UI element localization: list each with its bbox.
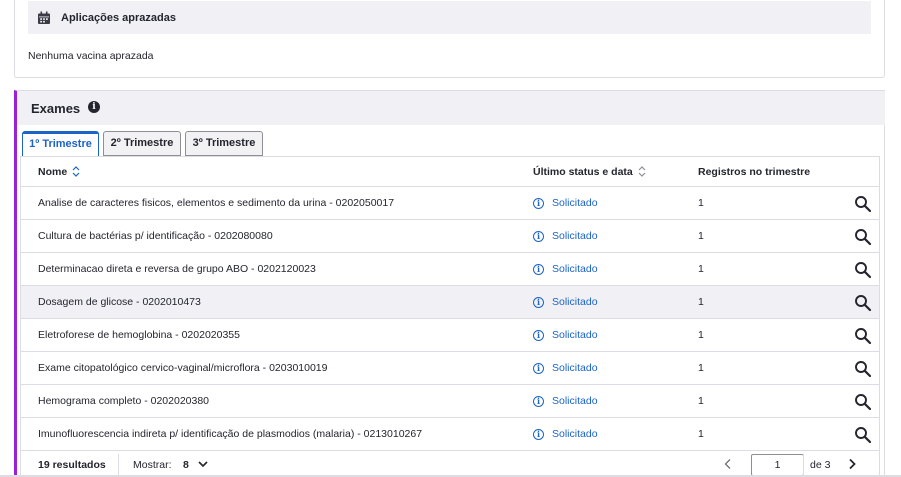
exam-record-count: 1: [698, 395, 704, 407]
exam-status[interactable]: i Solicitado: [533, 230, 598, 242]
page-size-label: Mostrar:: [133, 459, 172, 471]
exam-status-label[interactable]: Solicitado: [552, 395, 598, 407]
exam-name: Hemograma completo - 0202020380: [38, 395, 210, 407]
search-icon[interactable]: [854, 228, 872, 246]
calendar-icon: [38, 11, 50, 24]
search-icon[interactable]: [854, 360, 872, 378]
table-row[interactable]: Hemograma completo - 0202020380 i Solicita…: [21, 385, 879, 418]
search-icon[interactable]: [854, 261, 872, 279]
exam-status[interactable]: i Solicitado: [533, 329, 598, 341]
info-icon: i: [533, 362, 544, 374]
tab-2nd-trimester[interactable]: 2º Trimestre: [103, 131, 181, 156]
chevron-left-icon[interactable]: [723, 458, 733, 470]
search-icon[interactable]: [854, 195, 872, 213]
exams-card: Exames i 1º Trimestre 2º Trimestre 3º Tr…: [14, 90, 885, 477]
divider: [118, 454, 119, 476]
tab-3rd-trimester[interactable]: 3º Trimestre: [185, 131, 263, 156]
info-icon[interactable]: i: [88, 101, 100, 113]
divider: [803, 454, 804, 476]
exams-table: Nome Último status e data Registros no t…: [20, 156, 880, 477]
exam-status-label[interactable]: Solicitado: [552, 362, 598, 374]
exam-record-count: 1: [698, 362, 704, 374]
search-icon[interactable]: [854, 294, 872, 312]
column-header-status-label: Último status e data: [533, 166, 633, 178]
table-row[interactable]: Cultura de bactérias p/ identificação - …: [21, 220, 879, 253]
exam-status-label[interactable]: Solicitado: [552, 329, 598, 341]
column-header-name-label: Nome: [38, 166, 68, 178]
search-icon[interactable]: [854, 327, 872, 345]
info-icon: i: [533, 296, 544, 308]
sort-icon[interactable]: [638, 166, 646, 180]
table-row[interactable]: Imunofluorescencia indireta p/ identific…: [21, 418, 879, 451]
page-number-input[interactable]: 1: [751, 454, 804, 476]
table-footer: 19 resultados Mostrar: 8 1 de 3: [21, 452, 879, 477]
exam-name: Dosagem de glicose - 0202010473: [38, 296, 201, 308]
page-size-select[interactable]: 8: [183, 459, 189, 471]
column-header-status[interactable]: Último status e data: [533, 166, 646, 180]
exam-name: Determinacao direta e reversa de grupo A…: [38, 263, 316, 275]
info-icon: i: [533, 395, 544, 407]
exam-status-label[interactable]: Solicitado: [552, 428, 598, 440]
exam-record-count: 1: [698, 329, 704, 341]
column-header-count: Registros no trimestre: [698, 166, 811, 178]
exams-header: Exames i: [17, 91, 885, 125]
sort-icon[interactable]: [72, 166, 80, 180]
info-icon: i: [533, 230, 544, 242]
exam-name: Exame citopatológico cervico-vaginal/mic…: [38, 362, 328, 374]
info-icon: i: [533, 329, 544, 341]
exam-record-count: 1: [698, 230, 704, 242]
exams-title: Exames: [31, 101, 81, 116]
exam-status-label[interactable]: Solicitado: [552, 263, 598, 275]
exam-status[interactable]: i Solicitado: [533, 428, 598, 440]
exam-status[interactable]: i Solicitado: [533, 263, 598, 275]
page-total: de 3: [810, 459, 831, 471]
table-row[interactable]: Exame citopatológico cervico-vaginal/mic…: [21, 352, 879, 385]
table-row[interactable]: Dosagem de glicose - 0202010473 i Solicita…: [21, 286, 879, 319]
exam-name: Analise de caracteres fisicos, elementos…: [38, 197, 395, 209]
exam-record-count: 1: [698, 296, 704, 308]
table-row[interactable]: Determinacao direta e reversa de grupo A…: [21, 253, 879, 286]
exam-status[interactable]: i Solicitado: [533, 296, 598, 308]
info-icon: i: [533, 428, 544, 440]
exam-name: Imunofluorescencia indireta p/ identific…: [38, 428, 423, 440]
results-count: 19 resultados: [38, 459, 106, 471]
scheduled-applications-card: Aplicações aprazadas Nenhuma vacina apra…: [14, 0, 885, 78]
table-row[interactable]: Analise de caracteres fisicos, elementos…: [21, 187, 879, 220]
exam-status[interactable]: i Solicitado: [533, 362, 598, 374]
exam-name: Eletroforese de hemoglobina - 0202020355: [38, 329, 240, 341]
exam-status[interactable]: i Solicitado: [533, 395, 598, 407]
chevron-right-icon[interactable]: [847, 458, 857, 470]
exam-status-label[interactable]: Solicitado: [552, 230, 598, 242]
exam-status-label[interactable]: Solicitado: [552, 197, 598, 209]
scheduled-empty-message: Nenhuma vacina aprazada: [28, 50, 154, 62]
search-icon[interactable]: [854, 426, 872, 444]
table-header: Nome Último status e data Registros no t…: [21, 157, 879, 187]
exam-status[interactable]: i Solicitado: [533, 197, 598, 209]
table-row[interactable]: Eletroforese de hemoglobina - 0202020355…: [21, 319, 879, 352]
scheduled-applications-header: Aplicações aprazadas: [28, 1, 871, 34]
exam-name: Cultura de bactérias p/ identificação - …: [38, 230, 273, 242]
exam-record-count: 1: [698, 263, 704, 275]
info-icon: i: [533, 263, 544, 275]
exam-record-count: 1: [698, 428, 704, 440]
column-header-name[interactable]: Nome: [38, 166, 80, 180]
chevron-down-icon[interactable]: [198, 460, 208, 468]
exam-status-label[interactable]: Solicitado: [552, 296, 598, 308]
tab-1st-trimester[interactable]: 1º Trimestre: [22, 131, 99, 157]
search-icon[interactable]: [854, 393, 872, 411]
info-icon: i: [533, 197, 544, 209]
exam-record-count: 1: [698, 197, 704, 209]
scheduled-applications-title: Aplicações aprazadas: [61, 11, 176, 24]
